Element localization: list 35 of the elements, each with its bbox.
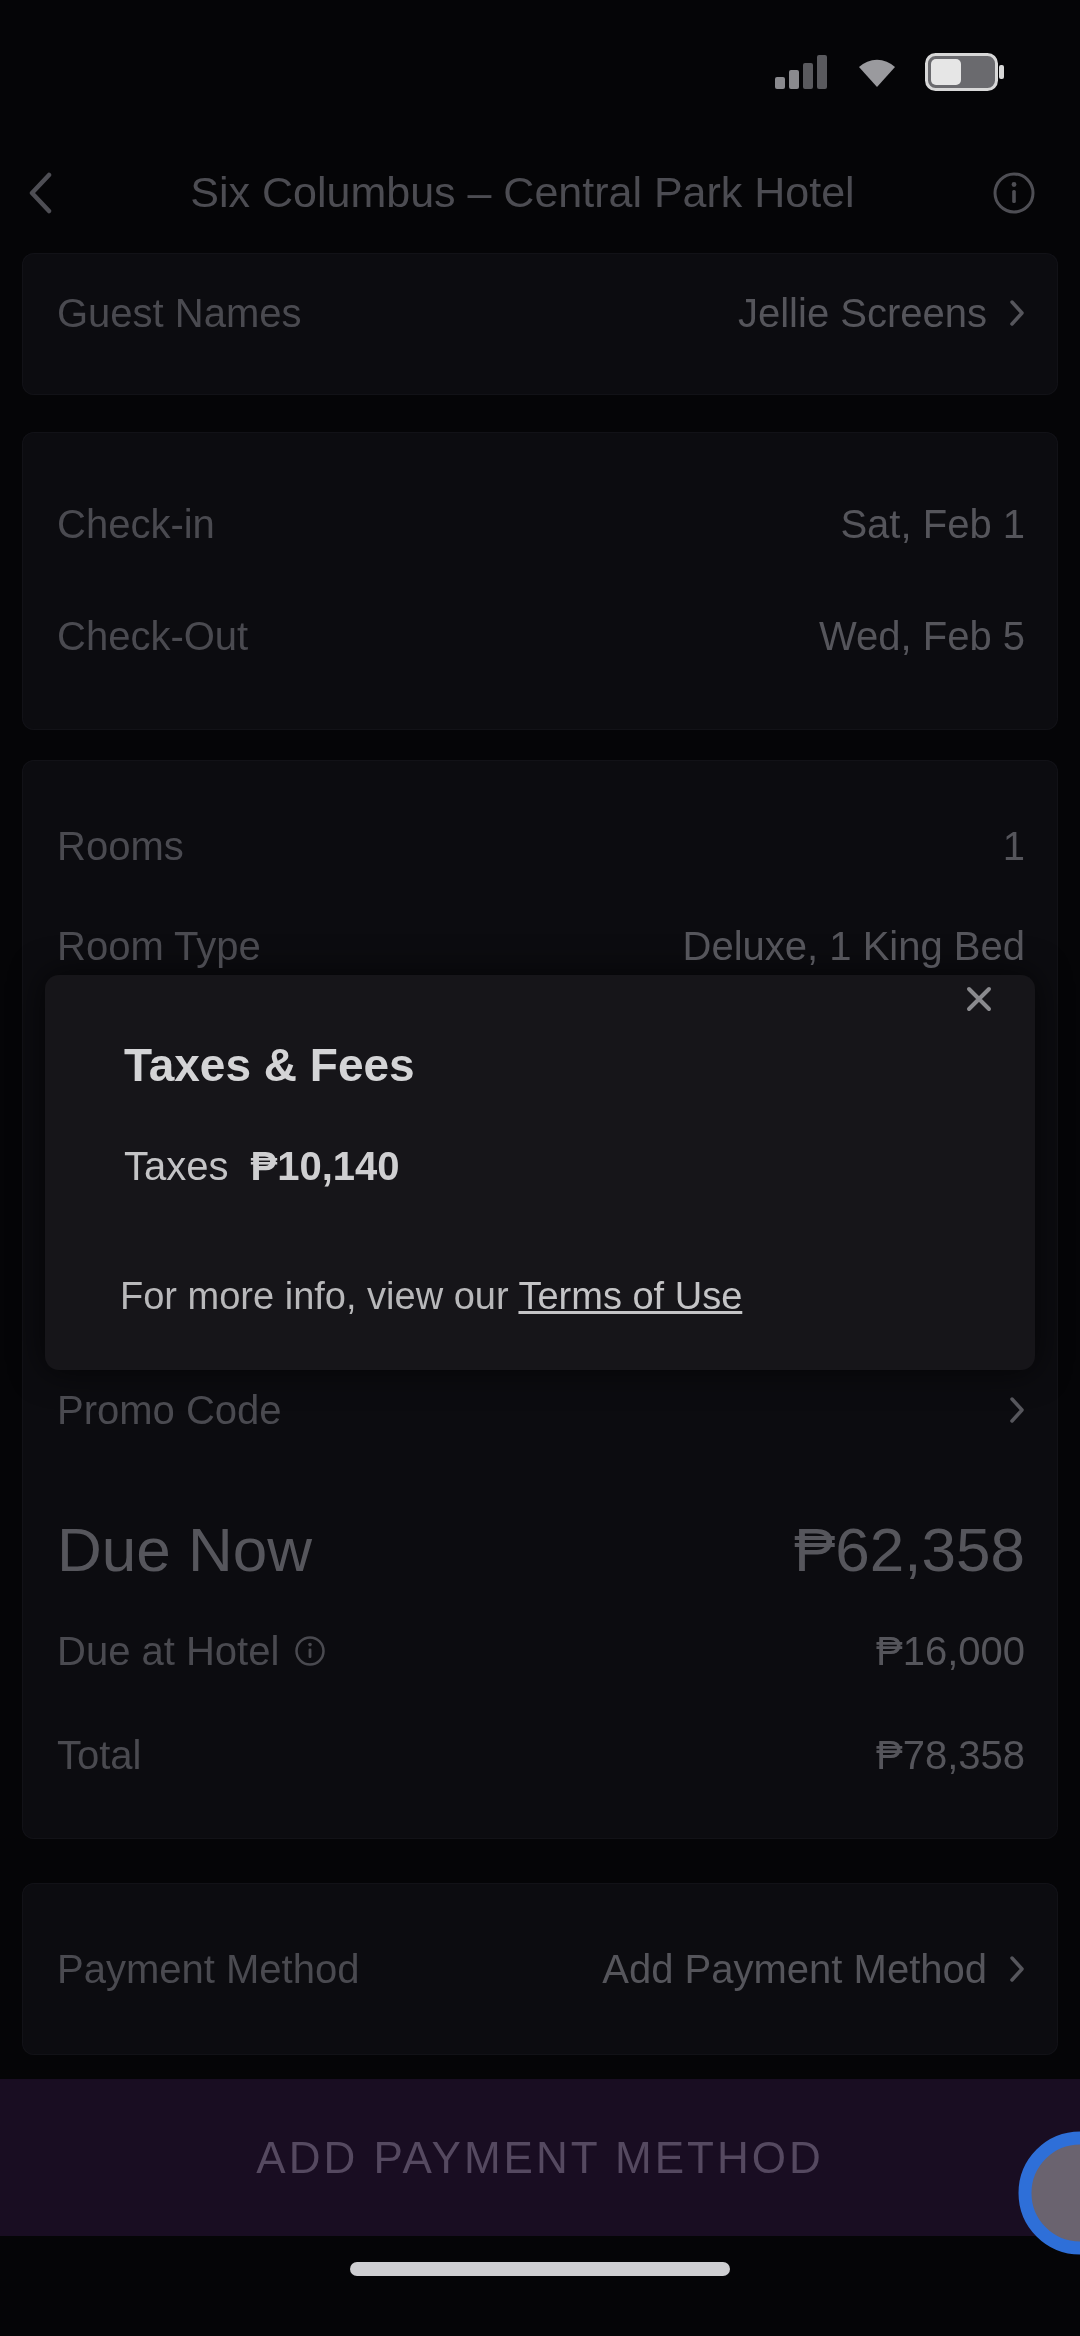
row-value: ₱16,000 <box>875 1628 1025 1674</box>
terms-link[interactable]: Terms of Use <box>518 1275 743 1317</box>
row-label: Check-in <box>57 501 215 547</box>
row-label: Promo Code <box>57 1387 282 1433</box>
tax-label: Taxes <box>124 1143 229 1190</box>
row-label: Check-Out <box>57 613 249 659</box>
row-label: Guest Names <box>57 290 302 336</box>
battery-icon <box>925 53 1005 91</box>
row-value: Add Payment Method <box>602 1946 987 1992</box>
back-icon[interactable] <box>28 171 52 214</box>
amount-value: ₱62,358 <box>794 1513 1025 1585</box>
row-label: Total <box>57 1732 142 1778</box>
popup-title: Taxes & Fees <box>124 1038 416 1093</box>
chevron-right-icon[interactable] <box>1009 299 1025 327</box>
row-value: Jellie Screens <box>738 290 987 336</box>
row-value: ₱78,358 <box>875 1732 1025 1778</box>
info-note: For more info, view our Terms of Use <box>120 1274 744 1319</box>
row-label: Room Type <box>57 923 261 969</box>
row-value: Deluxe, 1 King Bed <box>682 923 1025 969</box>
signal-icon <box>775 55 829 89</box>
row-label: Due at Hotel <box>57 1628 280 1674</box>
row-value: Sat, Feb 1 <box>840 501 1025 547</box>
row-label: Payment Method <box>57 1946 360 1992</box>
row-label: Rooms <box>57 823 184 869</box>
row-value: Wed, Feb 5 <box>818 613 1025 659</box>
tax-amount: ₱10,140 <box>250 1143 400 1190</box>
screen-title: Six Columbus – Central Park Hotel <box>189 168 856 217</box>
chevron-right-icon[interactable] <box>1009 1955 1025 1983</box>
amount-label: Due Now <box>57 1513 312 1585</box>
chevron-right-icon[interactable] <box>1009 1396 1025 1424</box>
wifi-icon <box>857 57 897 87</box>
info-icon[interactable] <box>295 1636 326 1666</box>
info-icon[interactable] <box>993 171 1035 214</box>
close-icon[interactable] <box>965 985 993 1013</box>
row-value: 1 <box>1002 823 1025 869</box>
